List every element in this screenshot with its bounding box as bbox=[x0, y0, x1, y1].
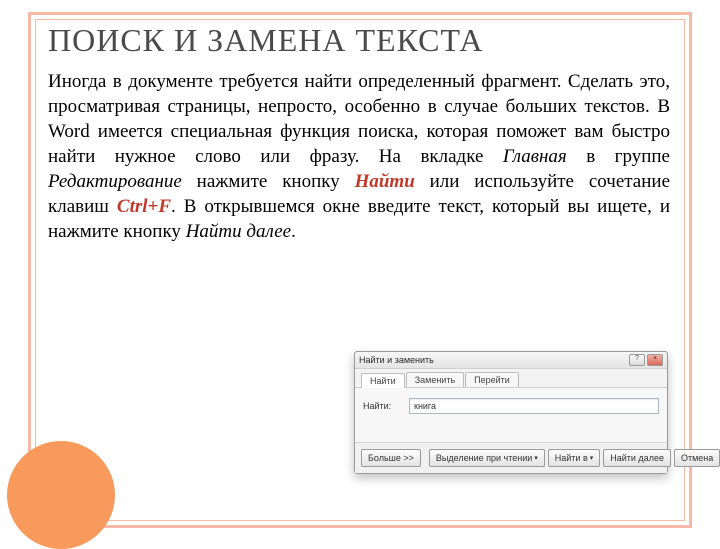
dialog-tabs: Найти Заменить Перейти bbox=[355, 369, 667, 388]
page-title: ПОИСК И ЗАМЕНА ТЕКСТА bbox=[48, 22, 670, 59]
text: . bbox=[291, 221, 296, 242]
find-input-value: книга bbox=[414, 401, 436, 411]
find-input[interactable]: книга bbox=[409, 398, 659, 414]
decor-circle bbox=[7, 441, 115, 549]
emph-tab-name: Главная bbox=[503, 146, 567, 167]
body-paragraph: Иногда в документе требуется найти опред… bbox=[48, 69, 670, 245]
find-label: Найти: bbox=[363, 401, 403, 411]
emph-hotkey: Ctrl+F bbox=[117, 196, 171, 217]
highlight-button[interactable]: Выделение при чтении▾ bbox=[429, 449, 545, 467]
slide-content: ПОИСК И ЗАМЕНА ТЕКСТА Иногда в документе… bbox=[48, 22, 670, 245]
dialog-title: Найти и заменить bbox=[359, 355, 434, 365]
close-icon[interactable]: × bbox=[647, 354, 663, 366]
help-icon[interactable]: ? bbox=[629, 354, 645, 366]
text: нажмите кнопку bbox=[182, 171, 355, 192]
chevron-down-icon: ▾ bbox=[590, 454, 594, 462]
tab-replace[interactable]: Заменить bbox=[406, 372, 464, 387]
tab-goto[interactable]: Перейти bbox=[465, 372, 519, 387]
emph-find: Найти bbox=[355, 171, 415, 192]
emph-group-name: Редактирование bbox=[48, 171, 182, 192]
emph-find-next: Найти далее bbox=[186, 221, 291, 242]
text: в группе bbox=[567, 146, 670, 167]
chevron-down-icon: ▾ bbox=[534, 454, 538, 462]
dialog-titlebar[interactable]: Найти и заменить ? × bbox=[355, 352, 667, 369]
find-replace-dialog: Найти и заменить ? × Найти Заменить Пере… bbox=[354, 351, 668, 474]
more-button[interactable]: Больше >> bbox=[361, 449, 421, 467]
find-in-button[interactable]: Найти в▾ bbox=[548, 449, 600, 467]
cancel-button[interactable]: Отмена bbox=[674, 449, 720, 467]
tab-find[interactable]: Найти bbox=[361, 373, 405, 388]
find-next-button[interactable]: Найти далее bbox=[603, 449, 671, 467]
